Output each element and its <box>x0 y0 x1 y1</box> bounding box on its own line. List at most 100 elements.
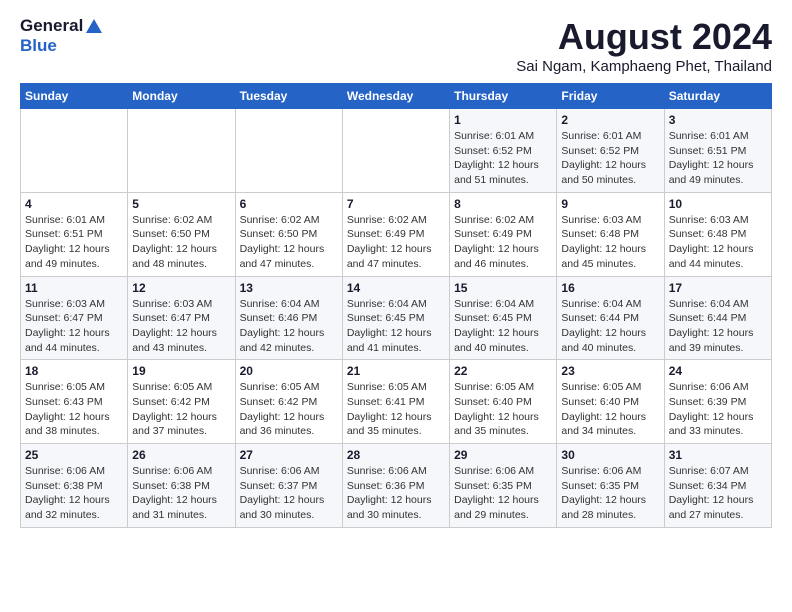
day-info: Sunrise: 6:04 AM Sunset: 6:45 PM Dayligh… <box>454 297 552 356</box>
day-number: 9 <box>561 197 659 211</box>
day-cell: 22 Sunrise: 6:05 AM Sunset: 6:40 PM Dayli… <box>450 360 557 444</box>
day-cell: 1Sunrise: 6:01 AM Sunset: 6:52 PM Daylig… <box>450 109 557 193</box>
day-info: Sunrise: 6:02 AM Sunset: 6:49 PM Dayligh… <box>454 213 552 272</box>
day-number: 21 <box>347 364 445 378</box>
page-header: General Blue August 2024 Sai Ngam, Kamph… <box>20 16 772 75</box>
day-number: 2 <box>561 113 659 127</box>
day-number: 11 <box>25 281 123 295</box>
day-cell: 18 Sunrise: 6:05 AM Sunset: 6:43 PM Dayli… <box>21 360 128 444</box>
subtitle: Sai Ngam, Kamphaeng Phet, Thailand <box>516 58 772 75</box>
calendar-table: SundayMondayTuesdayWednesdayThursdayFrid… <box>20 83 772 528</box>
day-cell: 14 Sunrise: 6:04 AM Sunset: 6:45 PM Dayli… <box>342 276 449 360</box>
day-cell <box>128 109 235 193</box>
day-header-friday: Friday <box>557 84 664 109</box>
day-info: Sunrise: 6:05 AM Sunset: 6:40 PM Dayligh… <box>454 380 552 439</box>
day-number: 27 <box>240 448 338 462</box>
day-number: 19 <box>132 364 230 378</box>
day-number: 20 <box>240 364 338 378</box>
day-header-saturday: Saturday <box>664 84 771 109</box>
day-number: 18 <box>25 364 123 378</box>
day-number: 5 <box>132 197 230 211</box>
title-area: August 2024 Sai Ngam, Kamphaeng Phet, Th… <box>516 16 772 75</box>
logo-blue: Blue <box>20 36 57 56</box>
day-cell: 27 Sunrise: 6:06 AM Sunset: 6:37 PM Dayli… <box>235 444 342 528</box>
day-number: 22 <box>454 364 552 378</box>
day-info: Sunrise: 6:04 AM Sunset: 6:44 PM Dayligh… <box>669 297 767 356</box>
day-number: 24 <box>669 364 767 378</box>
day-info: Sunrise: 6:05 AM Sunset: 6:42 PM Dayligh… <box>240 380 338 439</box>
day-info: Sunrise: 6:03 AM Sunset: 6:47 PM Dayligh… <box>25 297 123 356</box>
day-info: Sunrise: 6:06 AM Sunset: 6:37 PM Dayligh… <box>240 464 338 523</box>
day-header-monday: Monday <box>128 84 235 109</box>
day-cell: 6 Sunrise: 6:02 AM Sunset: 6:50 PM Daylig… <box>235 192 342 276</box>
day-info: Sunrise: 6:04 AM Sunset: 6:44 PM Dayligh… <box>561 297 659 356</box>
day-info: Sunrise: 6:04 AM Sunset: 6:46 PM Dayligh… <box>240 297 338 356</box>
day-number: 3 <box>669 113 767 127</box>
day-cell: 24 Sunrise: 6:06 AM Sunset: 6:39 PM Dayli… <box>664 360 771 444</box>
day-info: Sunrise: 6:05 AM Sunset: 6:43 PM Dayligh… <box>25 380 123 439</box>
day-number: 28 <box>347 448 445 462</box>
day-number: 8 <box>454 197 552 211</box>
day-cell: 21 Sunrise: 6:05 AM Sunset: 6:41 PM Dayli… <box>342 360 449 444</box>
day-header-wednesday: Wednesday <box>342 84 449 109</box>
day-number: 31 <box>669 448 767 462</box>
day-cell: 29Sunrise: 6:06 AM Sunset: 6:35 PM Dayli… <box>450 444 557 528</box>
day-info: Sunrise: 6:04 AM Sunset: 6:45 PM Dayligh… <box>347 297 445 356</box>
day-info: Sunrise: 6:01 AM Sunset: 6:51 PM Dayligh… <box>25 213 123 272</box>
day-info: Sunrise: 6:07 AM Sunset: 6:34 PM Dayligh… <box>669 464 767 523</box>
day-number: 12 <box>132 281 230 295</box>
day-info: Sunrise: 6:03 AM Sunset: 6:48 PM Dayligh… <box>669 213 767 272</box>
main-title: August 2024 <box>516 16 772 58</box>
day-header-sunday: Sunday <box>21 84 128 109</box>
week-row-4: 18 Sunrise: 6:05 AM Sunset: 6:43 PM Dayli… <box>21 360 772 444</box>
week-row-2: 4Sunrise: 6:01 AM Sunset: 6:51 PM Daylig… <box>21 192 772 276</box>
day-number: 23 <box>561 364 659 378</box>
day-number: 1 <box>454 113 552 127</box>
week-row-5: 25Sunrise: 6:06 AM Sunset: 6:38 PM Dayli… <box>21 444 772 528</box>
day-cell: 17Sunrise: 6:04 AM Sunset: 6:44 PM Dayli… <box>664 276 771 360</box>
day-number: 30 <box>561 448 659 462</box>
day-cell: 31 Sunrise: 6:07 AM Sunset: 6:34 PM Dayli… <box>664 444 771 528</box>
logo: General Blue <box>20 16 103 56</box>
day-number: 29 <box>454 448 552 462</box>
day-cell: 26 Sunrise: 6:06 AM Sunset: 6:38 PM Dayli… <box>128 444 235 528</box>
day-cell: 15 Sunrise: 6:04 AM Sunset: 6:45 PM Dayli… <box>450 276 557 360</box>
day-number: 10 <box>669 197 767 211</box>
day-number: 26 <box>132 448 230 462</box>
day-cell: 3 Sunrise: 6:01 AM Sunset: 6:51 PM Daylig… <box>664 109 771 193</box>
day-info: Sunrise: 6:05 AM Sunset: 6:41 PM Dayligh… <box>347 380 445 439</box>
day-cell: 9 Sunrise: 6:03 AM Sunset: 6:48 PM Daylig… <box>557 192 664 276</box>
day-cell: 19 Sunrise: 6:05 AM Sunset: 6:42 PM Dayli… <box>128 360 235 444</box>
logo-icon <box>85 17 103 35</box>
week-row-3: 11 Sunrise: 6:03 AM Sunset: 6:47 PM Dayli… <box>21 276 772 360</box>
day-cell: 20 Sunrise: 6:05 AM Sunset: 6:42 PM Dayli… <box>235 360 342 444</box>
day-info: Sunrise: 6:06 AM Sunset: 6:38 PM Dayligh… <box>25 464 123 523</box>
day-cell: 8 Sunrise: 6:02 AM Sunset: 6:49 PM Daylig… <box>450 192 557 276</box>
day-cell: 13Sunrise: 6:04 AM Sunset: 6:46 PM Dayli… <box>235 276 342 360</box>
day-info: Sunrise: 6:03 AM Sunset: 6:47 PM Dayligh… <box>132 297 230 356</box>
day-info: Sunrise: 6:03 AM Sunset: 6:48 PM Dayligh… <box>561 213 659 272</box>
logo-general: General <box>20 16 83 36</box>
day-cell: 16Sunrise: 6:04 AM Sunset: 6:44 PM Dayli… <box>557 276 664 360</box>
day-cell <box>235 109 342 193</box>
day-cell: 7Sunrise: 6:02 AM Sunset: 6:49 PM Daylig… <box>342 192 449 276</box>
day-cell <box>342 109 449 193</box>
day-info: Sunrise: 6:02 AM Sunset: 6:50 PM Dayligh… <box>132 213 230 272</box>
day-cell: 11 Sunrise: 6:03 AM Sunset: 6:47 PM Dayli… <box>21 276 128 360</box>
day-cell: 25Sunrise: 6:06 AM Sunset: 6:38 PM Dayli… <box>21 444 128 528</box>
day-number: 6 <box>240 197 338 211</box>
day-cell: 2Sunrise: 6:01 AM Sunset: 6:52 PM Daylig… <box>557 109 664 193</box>
day-header-thursday: Thursday <box>450 84 557 109</box>
day-cell: 12 Sunrise: 6:03 AM Sunset: 6:47 PM Dayli… <box>128 276 235 360</box>
day-info: Sunrise: 6:06 AM Sunset: 6:39 PM Dayligh… <box>669 380 767 439</box>
day-info: Sunrise: 6:01 AM Sunset: 6:51 PM Dayligh… <box>669 129 767 188</box>
day-number: 14 <box>347 281 445 295</box>
day-info: Sunrise: 6:05 AM Sunset: 6:42 PM Dayligh… <box>132 380 230 439</box>
day-info: Sunrise: 6:02 AM Sunset: 6:50 PM Dayligh… <box>240 213 338 272</box>
day-cell: 23Sunrise: 6:05 AM Sunset: 6:40 PM Dayli… <box>557 360 664 444</box>
day-cell: 4Sunrise: 6:01 AM Sunset: 6:51 PM Daylig… <box>21 192 128 276</box>
week-row-1: 1Sunrise: 6:01 AM Sunset: 6:52 PM Daylig… <box>21 109 772 193</box>
day-number: 15 <box>454 281 552 295</box>
day-info: Sunrise: 6:06 AM Sunset: 6:38 PM Dayligh… <box>132 464 230 523</box>
day-cell: 28Sunrise: 6:06 AM Sunset: 6:36 PM Dayli… <box>342 444 449 528</box>
